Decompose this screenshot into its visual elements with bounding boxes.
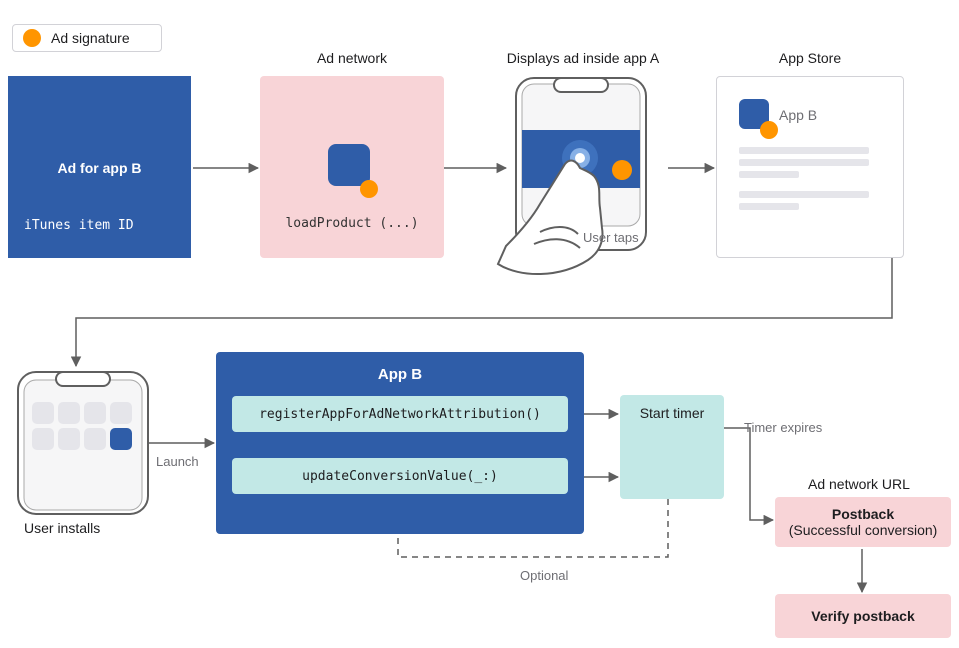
ad-box-subtitle: iTunes item ID (24, 218, 134, 233)
postback-box: Postback (Successful conversion) (775, 497, 951, 547)
ad-signature-dot-phoneA (612, 160, 632, 180)
display-header: Displays ad inside app A (490, 50, 676, 66)
ad-network-box: loadProduct (...) (260, 76, 444, 258)
app-b-box: App B registerAppForAdNetworkAttribution… (216, 352, 584, 534)
ad-signature-dot-icon (760, 121, 778, 139)
loadproduct-code: loadProduct (...) (260, 216, 444, 231)
timer-title: Start timer (620, 395, 724, 421)
ad-network-header: Ad network (300, 50, 404, 66)
ad-signature-dot-icon (360, 180, 378, 198)
ad-signature-dot-icon (23, 29, 41, 47)
verify-postback-box: Verify postback (775, 594, 951, 638)
app-store-box: App B (716, 76, 904, 258)
api-register-pill: registerAppForAdNetworkAttribution() (232, 396, 568, 432)
optional-label: Optional (520, 568, 568, 583)
user-installs-caption: User installs (24, 520, 100, 536)
timer-box: Start timer (620, 395, 724, 499)
api-update-pill: updateConversionValue(_:) (232, 458, 568, 494)
app-icon (328, 144, 370, 186)
user-taps-caption: User taps (583, 230, 639, 245)
ad-for-app-b-box: Ad for app B iTunes item ID (8, 76, 191, 258)
timer-expires-label: Timer expires (744, 420, 822, 435)
ad-box-title: Ad for app B (8, 160, 191, 176)
launch-label: Launch (156, 454, 199, 469)
app-store-app-label: App B (779, 107, 817, 123)
postback-subtitle: (Successful conversion) (789, 522, 938, 538)
phone-b-graphic (18, 372, 148, 514)
arrow-store-to-install (76, 258, 892, 366)
app-b-title: App B (216, 366, 584, 383)
postback-title: Postback (832, 506, 894, 522)
arrow-timer-to-postback (724, 428, 773, 520)
ad-network-url-header: Ad network URL (808, 476, 910, 492)
legend-label: Ad signature (51, 30, 130, 46)
app-store-header: App Store (770, 50, 850, 66)
legend-ad-signature: Ad signature (12, 24, 162, 52)
verify-postback-label: Verify postback (811, 608, 915, 624)
